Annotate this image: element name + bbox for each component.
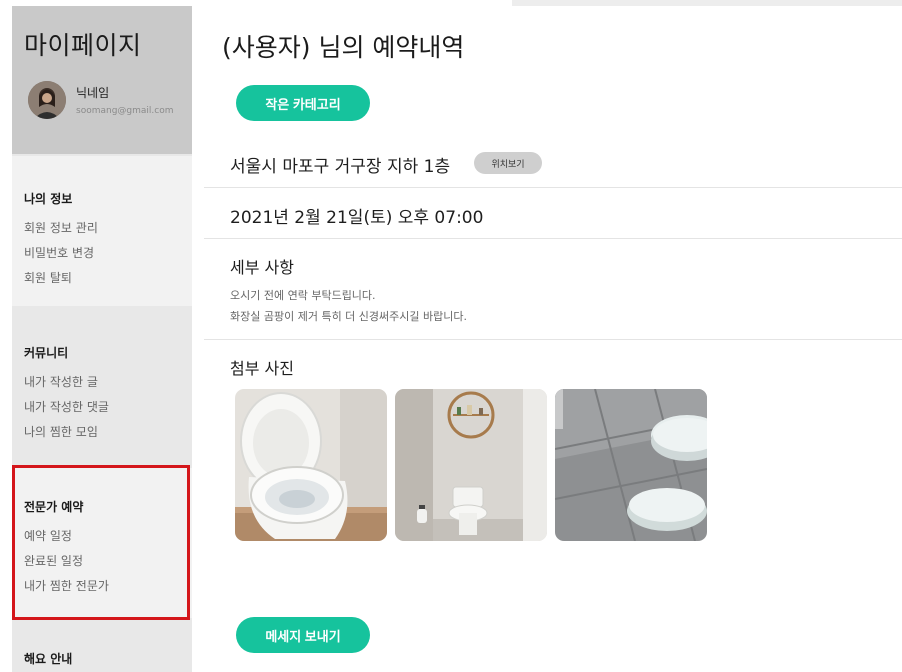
page-title: (사용자) 님의 예약내역 — [222, 33, 465, 62]
nickname: 닉네임 — [76, 86, 110, 100]
photos-title: 첨부 사진 — [230, 359, 294, 378]
category-button[interactable]: 작은 카테고리 — [236, 85, 370, 121]
sidebar-item-my-posts[interactable]: 내가 작성한 글 — [24, 373, 98, 390]
address-text: 서울시 마포구 거구장 지하 1층 — [230, 157, 451, 177]
attached-photo-ceiling[interactable] — [555, 389, 707, 541]
sidebar-title: 마이페이지 — [24, 31, 142, 60]
details-title: 세부 사항 — [230, 258, 294, 277]
sidebar-item-withdraw[interactable]: 회원 탈퇴 — [24, 269, 72, 286]
details-line: 오시기 전에 연락 부탁드립니다. — [230, 289, 376, 302]
user-email: soomang@gmail.com — [76, 106, 174, 116]
attached-photo-bathroom[interactable] — [395, 389, 547, 541]
sidebar-item-my-comments[interactable]: 내가 작성한 댓글 — [24, 398, 109, 415]
sidebar-section-my-info: 나의 정보 회원 정보 관리 비밀번호 변경 회원 탈퇴 — [12, 156, 192, 306]
highlight-box — [12, 465, 190, 620]
booking-datetime: 2021년 2월 21일(토) 오후 07:00 — [230, 208, 484, 228]
sidebar-item-my-groups[interactable]: 나의 찜한 모임 — [24, 423, 98, 440]
divider — [204, 187, 902, 188]
sidebar-heading-community: 커뮤니티 — [24, 346, 69, 360]
sidebar-heading-guide: 해요 안내 — [24, 652, 73, 666]
attached-photo-toilet[interactable] — [235, 389, 387, 541]
profile-block: 마이페이지 닉네임 soomang@gmail.com — [12, 6, 192, 154]
avatar[interactable] — [28, 81, 66, 119]
sidebar-heading-my-info: 나의 정보 — [24, 192, 73, 206]
send-message-button[interactable]: 메세지 보내기 — [236, 617, 370, 653]
details-line: 화장실 곰팡이 제거 특히 더 신경써주시길 바랍니다. — [230, 310, 467, 323]
sidebar-section-guide: 해요 안내 — [12, 628, 192, 672]
sidebar-item-member-info[interactable]: 회원 정보 관리 — [24, 219, 98, 236]
view-location-button[interactable]: 위치보기 — [474, 152, 542, 174]
divider — [204, 238, 902, 239]
main-content: (사용자) 님의 예약내역 작은 카테고리 서울시 마포구 거구장 지하 1층 … — [204, 0, 902, 672]
divider — [204, 339, 902, 340]
sidebar-item-change-password[interactable]: 비밀번호 변경 — [24, 244, 94, 261]
sidebar-section-community: 커뮤니티 내가 작성한 글 내가 작성한 댓글 나의 찜한 모임 — [12, 316, 192, 461]
